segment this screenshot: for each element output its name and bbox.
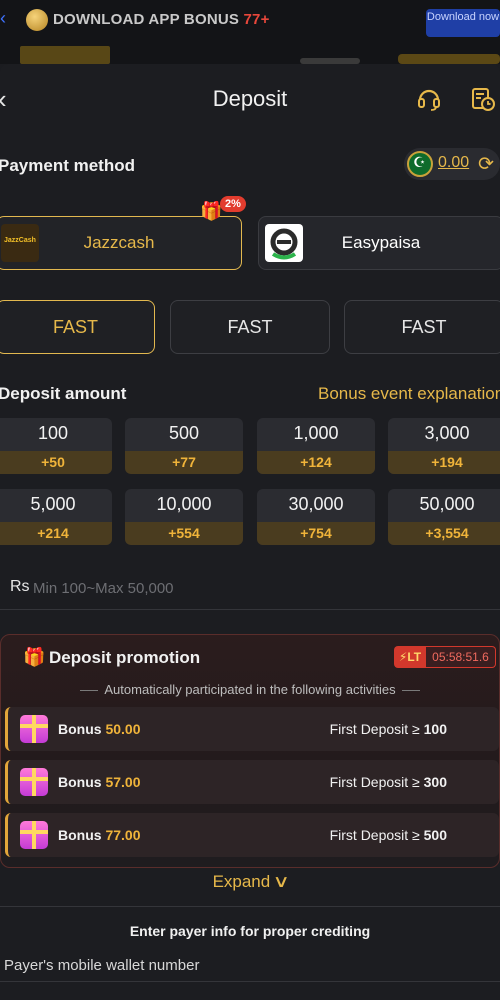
balance-pill: 0.00 ⟳: [404, 148, 500, 180]
amount-tile-1000[interactable]: 1,000 +124: [257, 418, 375, 474]
gift-box-icon: [20, 768, 48, 796]
promotion-item[interactable]: Bonus 77.00 First Deposit ≥ 500: [5, 813, 499, 857]
amount-tile-3000[interactable]: 3,000 +194: [388, 418, 500, 474]
balance-amount: 0.00: [438, 154, 470, 171]
banner-bonus-number: 77+: [243, 11, 270, 28]
payment-method-label-easypaisa: Easypaisa: [341, 233, 421, 252]
payer-mobile-wallet-input[interactable]: [4, 954, 484, 976]
amount-input-row: Rs: [0, 566, 500, 610]
amount-value: 5,000: [30, 494, 76, 514]
amount-tile-50000[interactable]: 50,000 +3,554: [388, 489, 500, 545]
promotion-condition: First Deposit ≥ 300: [329, 774, 447, 790]
amount-tile-100[interactable]: 100 +50: [0, 418, 112, 474]
amount-value: 50,000: [419, 494, 475, 514]
header-button-placeholder: [398, 54, 500, 64]
app-logo: [20, 46, 110, 64]
promotion-condition: First Deposit ≥ 100: [329, 721, 447, 737]
expand-button[interactable]: Expand ∨: [0, 872, 500, 892]
promotion-title: Deposit promotion: [49, 648, 201, 667]
deposit-sheet: ‹ Deposit Payment method 0.00 ⟳ JazzCash…: [0, 64, 500, 1000]
promotion-item[interactable]: Bonus 57.00 First Deposit ≥ 300: [5, 760, 499, 804]
channel-fast-3[interactable]: FAST: [344, 300, 500, 354]
customer-support-icon[interactable]: [416, 86, 442, 112]
amount-tile-500[interactable]: 500 +77: [125, 418, 243, 474]
currency-symbol: Rs: [10, 578, 30, 595]
channel-fast-1[interactable]: FAST: [0, 300, 155, 354]
gift-icon: 🎁: [23, 647, 46, 667]
deposit-amount-label: Deposit amount: [0, 384, 127, 403]
payer-field-row: [0, 948, 500, 982]
back-arrow-icon[interactable]: ‹: [0, 8, 6, 29]
chevron-down-icon: ∨: [272, 872, 290, 891]
divider: [0, 906, 500, 907]
refresh-icon[interactable]: ⟳: [478, 153, 494, 176]
amount-bonus: +754: [257, 522, 375, 545]
payer-info-title: Enter payer info for proper crediting: [129, 923, 371, 939]
promotion-condition: First Deposit ≥ 500: [329, 827, 447, 843]
amount-value: 1,000: [293, 423, 339, 443]
amount-input[interactable]: [33, 576, 473, 600]
promotion-subtitle: Automatically participated in the follow…: [1, 682, 499, 697]
promotion-bonus: Bonus 57.00: [58, 774, 141, 790]
amount-tile-10000[interactable]: 10,000 +554: [125, 489, 243, 545]
amount-value: 10,000: [156, 494, 212, 514]
payment-method-label: Payment method: [0, 156, 135, 175]
promotion-bonus: Bonus 50.00: [58, 721, 141, 737]
lightning-icon: ⚡LT: [394, 646, 426, 668]
payment-method-label-jazzcash: Jazzcash: [83, 233, 155, 252]
amount-tile-5000[interactable]: 5,000 +214: [0, 489, 112, 545]
amount-value: 100: [37, 423, 69, 443]
amount-tile-30000[interactable]: 30,000 +754: [257, 489, 375, 545]
deposit-history-icon[interactable]: [470, 86, 496, 112]
amount-bonus: +554: [125, 522, 243, 545]
amount-bonus: +214: [0, 522, 112, 545]
amount-value: 30,000: [288, 494, 344, 514]
payment-method-easypaisa[interactable]: Easypaisa: [258, 216, 500, 270]
download-banner[interactable]: ‹ DOWNLOAD APP BONUS 77+ Download now: [0, 0, 500, 64]
amount-bonus: +50: [0, 451, 112, 474]
amount-bonus: +194: [388, 451, 500, 474]
countdown-timer: 05:58:51.6: [426, 646, 496, 668]
banner-text: DOWNLOAD APP BONUS 77+: [53, 11, 270, 28]
amount-value: 3,000: [424, 423, 470, 443]
gift-box-icon: [20, 821, 48, 849]
amount-bonus: +3,554: [388, 522, 500, 545]
download-now-button[interactable]: Download now: [426, 9, 500, 37]
gift-box-icon: [20, 715, 48, 743]
promotion-item[interactable]: Bonus 50.00 First Deposit ≥ 100: [5, 707, 499, 751]
promotion-bonus: Bonus 77.00: [58, 827, 141, 843]
amount-bonus: +124: [257, 451, 375, 474]
channel-fast-2[interactable]: FAST: [170, 300, 330, 354]
amount-bonus: +77: [125, 451, 243, 474]
coin-icon: [26, 9, 48, 31]
amount-value: 500: [168, 423, 200, 443]
bonus-event-explanation-link[interactable]: Bonus event explanation: [318, 384, 500, 404]
pakistan-flag-icon: [407, 151, 433, 177]
discount-percent: 2%: [220, 196, 246, 212]
payment-method-jazzcash[interactable]: JazzCash Jazzcash: [0, 216, 242, 270]
deposit-promotion-card: 🎁 Deposit promotion ⚡LT 05:58:51.6 Autom…: [0, 634, 500, 868]
